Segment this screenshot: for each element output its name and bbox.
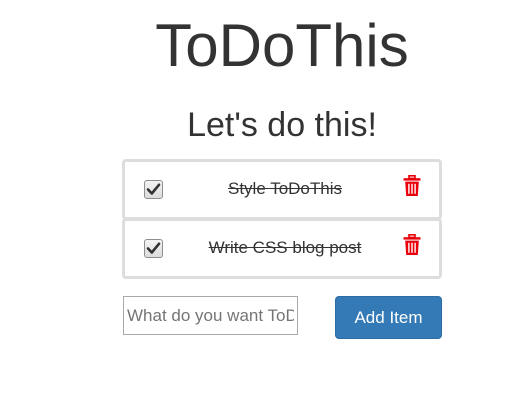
app-title: ToDoThis — [155, 12, 409, 79]
todo-item: Style ToDoThis — [122, 159, 442, 220]
todo-text: Write CSS blog post — [208, 238, 362, 257]
add-item-form: Add Item — [123, 296, 443, 340]
new-todo-input[interactable] — [123, 296, 298, 335]
trash-icon — [403, 175, 421, 196]
add-item-button[interactable]: Add Item — [335, 296, 442, 339]
checkmark-icon — [146, 183, 161, 195]
todo-list: Style ToDoThis Write CSS blog post — [122, 159, 442, 279]
todo-checkbox[interactable] — [144, 180, 163, 199]
todo-checkbox[interactable] — [144, 239, 163, 258]
app-subtitle: Let's do this! — [187, 106, 377, 144]
todo-app: ToDoThis Let's do this! Style ToDoThis W… — [0, 0, 522, 402]
todo-text: Style ToDoThis — [227, 179, 342, 198]
delete-button[interactable] — [403, 234, 421, 256]
delete-button[interactable] — [403, 175, 421, 197]
checkmark-icon — [146, 242, 161, 254]
todo-item: Write CSS blog post — [122, 218, 442, 279]
trash-icon — [403, 234, 421, 255]
